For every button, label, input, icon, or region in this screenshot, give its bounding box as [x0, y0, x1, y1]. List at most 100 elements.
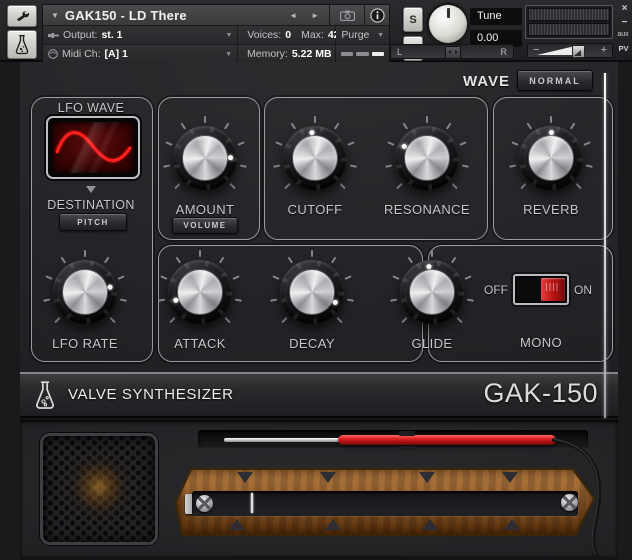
pan-right-label: R: [500, 47, 508, 57]
memory-readout: Memory: 5.22 MB: [238, 45, 336, 63]
output-value: st. 1: [101, 29, 123, 41]
memory-label: Memory:: [247, 48, 288, 60]
resonance-label: RESONANCE: [384, 202, 470, 217]
lfo-rate-knob[interactable]: LFO RATE: [30, 249, 140, 351]
ribbon-marker-icon: [504, 519, 520, 530]
midi-value: [A] 1: [104, 48, 128, 60]
reverb-label: REVERB: [523, 202, 579, 217]
screw-left: [196, 495, 213, 512]
voices-readout: Voices: 0 Max: 42: [238, 26, 340, 44]
snapshot-camera-button[interactable]: [329, 5, 364, 25]
prev-instrument-icon[interactable]: ◄: [289, 11, 297, 20]
attack-label: ATTACK: [174, 336, 226, 351]
memory-value: 5.22 MB: [291, 48, 332, 60]
ribbon-marker-icon: [419, 472, 435, 483]
instrument-icon-button[interactable]: [7, 30, 37, 59]
pv-button[interactable]: PV: [615, 44, 632, 53]
ribbon-marker-icon: [502, 472, 518, 483]
lfo-wave-label: LFO WAVE: [57, 101, 125, 115]
volume-slider-handle[interactable]: [572, 45, 585, 58]
tools-button[interactable]: [7, 5, 37, 27]
purge-label: Purge: [341, 29, 370, 41]
volume-slider[interactable]: − +: [527, 43, 613, 58]
rod-clip-bottom: [399, 446, 415, 451]
branding-bar: VALVE SYNTHESIZER GAK-150: [20, 372, 618, 418]
amount-label: AMOUNT: [175, 202, 235, 217]
mono-switch-rocker[interactable]: [541, 278, 565, 301]
hardware-section: [20, 420, 618, 556]
tune-knob[interactable]: [429, 5, 467, 43]
output-dropdown-icon[interactable]: ▼: [225, 32, 232, 39]
mono-off-label: OFF: [484, 283, 508, 297]
glide-label: GLIDE: [411, 336, 453, 351]
purge-menu[interactable]: Purge ▼: [336, 26, 389, 44]
ribbon-marker-icon: [320, 472, 336, 483]
info-button[interactable]: [364, 5, 389, 25]
attack-knob[interactable]: ATTACK: [145, 249, 255, 351]
mono-label: MONO: [519, 335, 563, 350]
brand-name: VALVE SYNTHESIZER: [68, 386, 234, 403]
flask-logo-icon: [36, 381, 54, 409]
cutoff-label: CUTOFF: [287, 202, 343, 217]
instrument-titlebar[interactable]: ▼ GAK150 - LD There ◄ ►: [43, 5, 389, 26]
tune-label: Tune: [470, 8, 522, 25]
cutoff-knob[interactable]: CUTOFF: [260, 115, 370, 217]
amount-knob[interactable]: AMOUNT: [150, 115, 260, 217]
mono-on-label: ON: [574, 283, 592, 297]
close-button[interactable]: ×: [618, 3, 631, 14]
ribbon-position-cursor: [251, 493, 253, 513]
decay-knob[interactable]: DECAY: [257, 249, 367, 351]
volume-plus-label: +: [600, 44, 607, 56]
purge-status-bars: [336, 45, 389, 63]
kontakt-instrument-window: ▼ GAK150 - LD There ◄ ► Output: st. 1 ▼ …: [0, 0, 632, 560]
midi-channel-selector[interactable]: Midi Ch: [A] 1 ▼: [43, 45, 238, 63]
cable: [552, 438, 602, 556]
wrench-icon: [16, 11, 30, 22]
output-icon: [48, 32, 59, 38]
mono-switch[interactable]: [513, 274, 569, 305]
instrument-header: ▼ GAK150 - LD There ◄ ► Output: st. 1 ▼ …: [42, 4, 390, 63]
sine-wave-icon: [54, 129, 133, 164]
destination-label: DESTINATION: [47, 198, 135, 212]
purge-bar: [341, 52, 354, 56]
volume-wedge: [537, 46, 575, 55]
model-name: GAK-150: [483, 378, 598, 408]
pan-slider-handle[interactable]: [445, 46, 461, 59]
panel-highlight-line: [604, 73, 606, 418]
ribbon-marker-icon: [422, 519, 438, 530]
left-frame: [0, 62, 20, 560]
amount-target-button[interactable]: VOLUME: [172, 217, 238, 234]
voices-value: 0: [285, 29, 292, 41]
reverb-knob[interactable]: REVERB: [496, 115, 606, 217]
resonance-knob[interactable]: RESONANCE: [372, 115, 482, 217]
midi-label: Midi Ch:: [62, 48, 101, 60]
pitch-rod-antenna[interactable]: [224, 438, 344, 442]
midi-dropdown-icon[interactable]: ▼: [225, 51, 232, 58]
aux-button[interactable]: aux: [614, 31, 632, 38]
next-instrument-icon[interactable]: ►: [311, 11, 319, 20]
purge-bar: [371, 52, 384, 56]
pan-slider[interactable]: L R: [390, 44, 514, 59]
wave-label: WAVE: [462, 73, 510, 90]
output-selector[interactable]: Output: st. 1 ▼: [43, 26, 239, 44]
minimize-button[interactable]: −: [618, 17, 631, 28]
lfo-waveform-display[interactable]: [46, 116, 140, 179]
output-level-meters: [525, 5, 613, 39]
output-label: Output:: [63, 29, 98, 41]
collapse-arrow-icon[interactable]: ▼: [51, 11, 59, 20]
destination-select-button[interactable]: PITCH: [59, 213, 127, 231]
purge-dropdown-icon[interactable]: ▼: [377, 32, 384, 39]
solo-button[interactable]: S: [403, 7, 423, 32]
voices-label: Voices:: [247, 29, 282, 41]
purge-bar: [356, 52, 369, 56]
lfo-rate-label: LFO RATE: [52, 336, 118, 351]
lfo-waveform-screen: [52, 122, 134, 173]
rod-clip-top: [399, 431, 415, 436]
instrument-title: GAK150 - LD There: [64, 7, 187, 23]
glide-knob[interactable]: GLIDE: [377, 249, 487, 351]
wave-select-button[interactable]: NORMAL: [517, 70, 593, 91]
flask-icon: [15, 34, 29, 55]
level-meter-left: [528, 8, 610, 21]
speaker-grille: [40, 433, 158, 545]
lfo-display-arrow-icon[interactable]: [86, 186, 96, 193]
